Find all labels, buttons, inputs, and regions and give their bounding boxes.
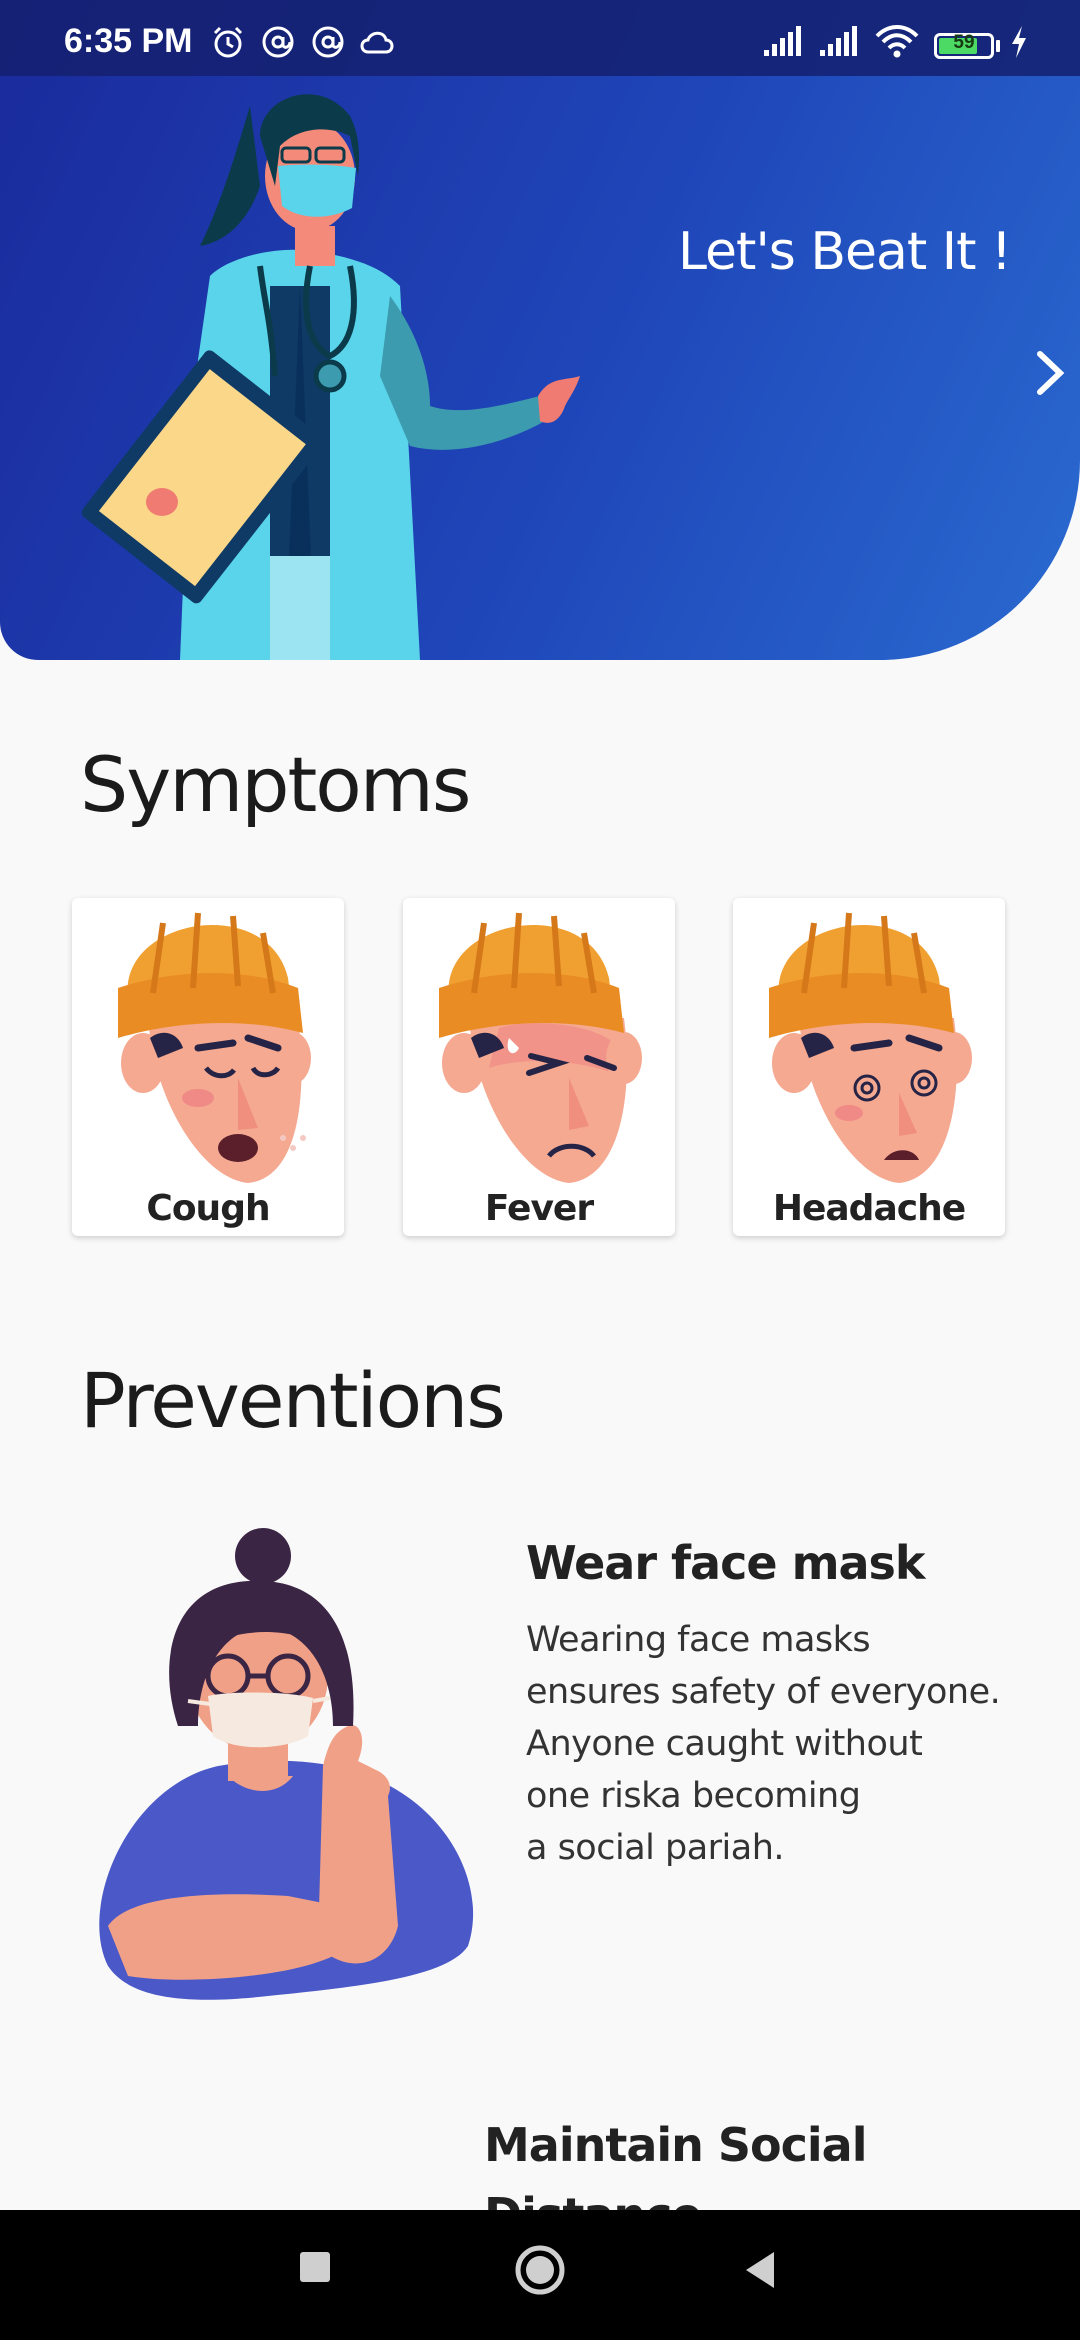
battery-level: 59 <box>953 32 975 53</box>
preventions-heading: Preventions <box>80 1356 506 1445</box>
signal-icon <box>820 26 857 56</box>
cloud-icon <box>360 31 394 54</box>
signal-icon <box>764 26 801 56</box>
alarm-icon <box>213 26 243 58</box>
face-mask-illustration <box>99 1528 474 2000</box>
symptoms-heading: Symptoms <box>80 740 471 829</box>
navigation-bar <box>0 2210 1080 2340</box>
symptom-card-headache[interactable]: Headache <box>733 898 1005 1236</box>
chevron-right-icon[interactable] <box>1030 346 1070 400</box>
fever-face-illustration <box>439 912 642 1183</box>
battery-tip <box>996 40 1000 52</box>
symptom-card-fever[interactable]: Fever <box>403 898 675 1236</box>
wifi-icon <box>875 25 919 58</box>
cough-face-illustration <box>118 912 311 1183</box>
headache-face-illustration <box>769 912 972 1183</box>
symptom-label: Headache <box>772 1188 966 1229</box>
symptom-card-cough[interactable]: Cough <box>72 898 344 1236</box>
prevention-description: Wearing face masks ensures safety of eve… <box>526 1620 1001 1868</box>
symptom-label: Fever <box>484 1188 594 1229</box>
hero-title: Let's Beat It ! <box>678 222 1012 282</box>
charging-icon <box>1012 26 1026 58</box>
at-icon <box>262 26 294 58</box>
home-icon[interactable] <box>514 2244 566 2296</box>
doctor-illustration <box>81 94 580 660</box>
hero-banner: Let's Beat It ! <box>0 0 1080 660</box>
back-icon[interactable] <box>742 2250 778 2290</box>
status-time: 6:35 PM <box>64 22 193 60</box>
symptom-label: Cough <box>146 1188 270 1229</box>
recents-icon[interactable] <box>298 2250 332 2284</box>
prevention-title: Wear face mask <box>526 1536 926 1590</box>
battery-icon: 59 <box>934 32 994 59</box>
status-bar: 6:35 PM 59 <box>0 0 1080 76</box>
at-icon <box>312 26 344 58</box>
